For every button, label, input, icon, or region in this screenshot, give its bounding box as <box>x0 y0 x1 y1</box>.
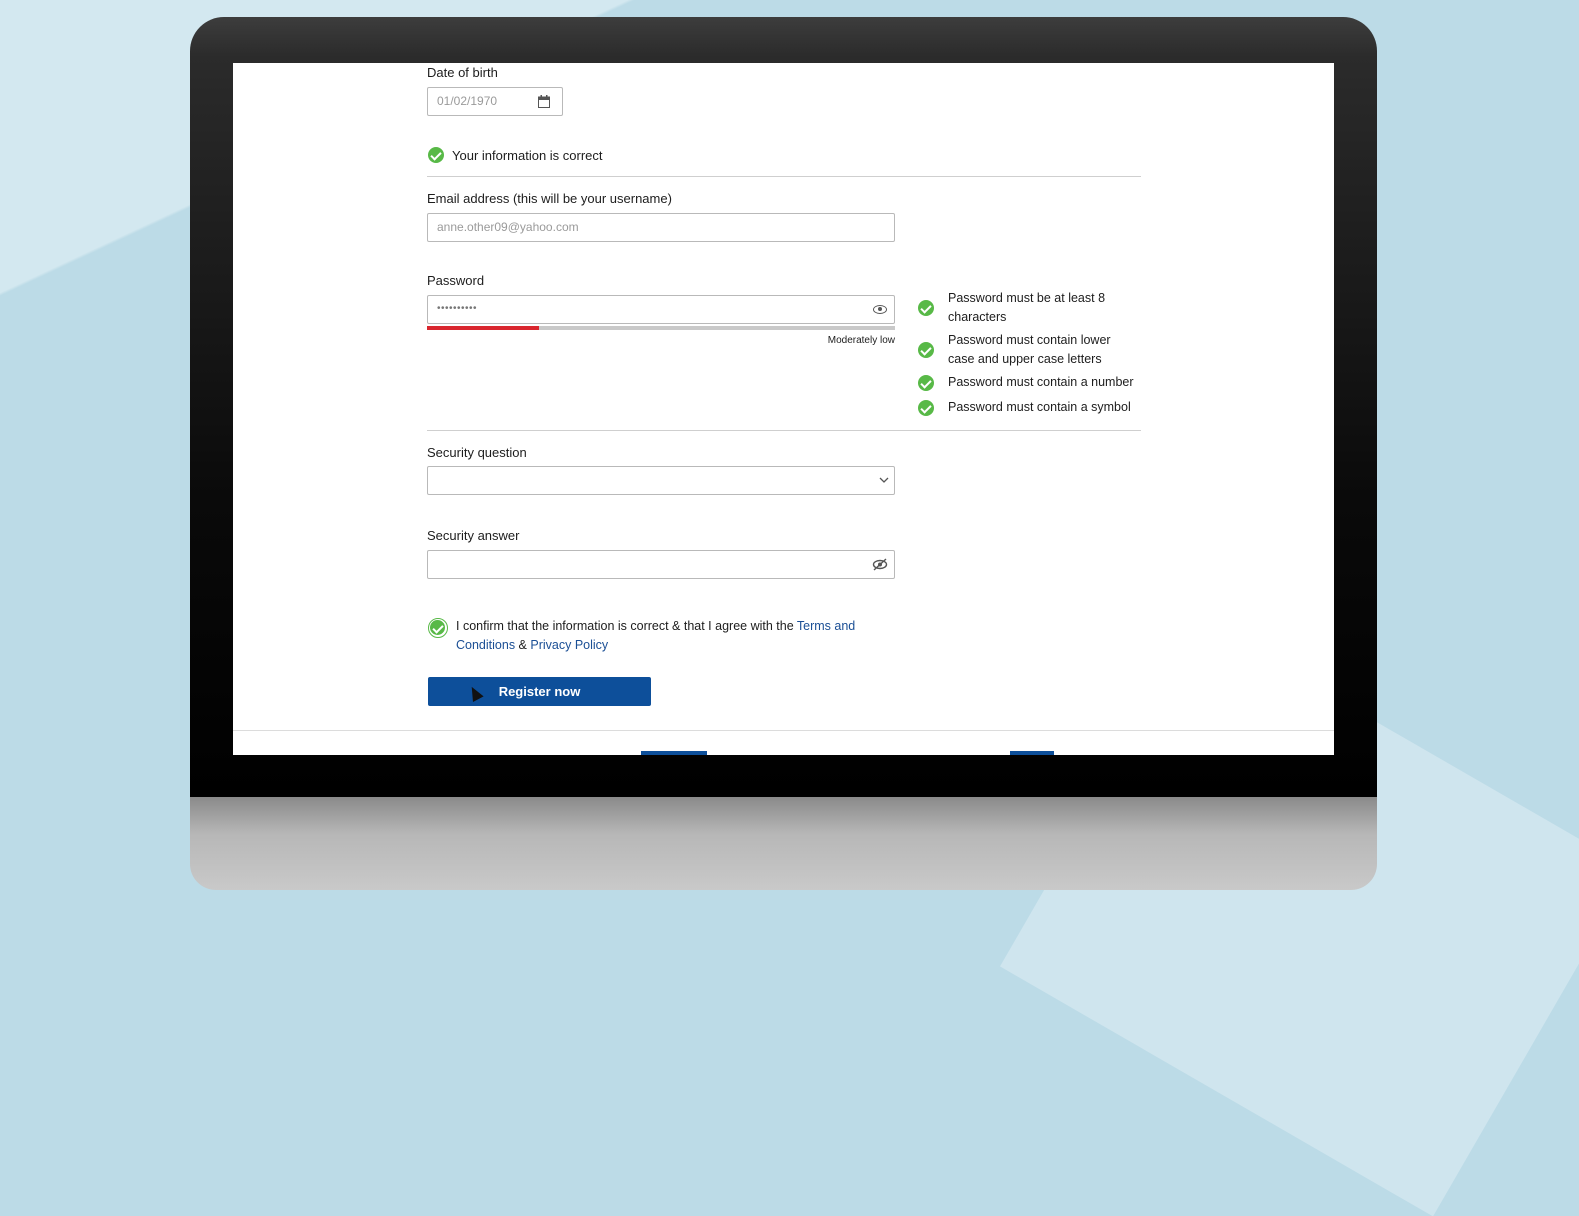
email-label: Email address (this will be your usernam… <box>427 191 672 206</box>
security-answer-input[interactable] <box>437 551 885 577</box>
email-input[interactable] <box>437 214 885 240</box>
security-answer-label: Security answer <box>427 528 520 543</box>
divider <box>427 430 1141 431</box>
eye-icon[interactable] <box>873 305 887 314</box>
consent-checkbox[interactable] <box>428 618 448 638</box>
eye-slash-icon[interactable] <box>872 558 888 571</box>
dob-field[interactable] <box>427 87 563 116</box>
security-answer-field[interactable] <box>427 550 895 579</box>
password-strength-label: Moderately low <box>827 335 895 346</box>
password-label: Password <box>427 273 485 288</box>
password-masked-value[interactable]: •••••••••• <box>437 303 477 314</box>
chevron-down-icon[interactable] <box>879 477 889 484</box>
calendar-icon[interactable] <box>538 95 550 108</box>
divider <box>427 176 1141 177</box>
password-strength-track <box>427 326 895 330</box>
password-rule-case: Password must contain lower case and upp… <box>948 333 1111 366</box>
email-field[interactable] <box>427 213 895 242</box>
password-rule-number: Password must contain a number <box>948 375 1134 389</box>
footer-element <box>641 751 707 755</box>
password-rule-symbol: Password must contain a symbol <box>948 400 1131 414</box>
check-circle-icon <box>918 300 934 316</box>
registration-page: Date of birth Your information is correc… <box>233 63 1334 755</box>
consent-text-before: I confirm that the information is correc… <box>456 619 797 633</box>
check-circle-icon <box>918 375 934 391</box>
footer-element <box>1010 751 1054 755</box>
laptop-base <box>190 797 1377 890</box>
check-circle-icon <box>918 400 934 416</box>
check-circle-icon <box>428 147 444 163</box>
password-strength-fill <box>427 326 540 330</box>
consent-ampersand: & <box>515 638 531 652</box>
info-status-text: Your information is correct <box>452 148 603 163</box>
password-rule-length: Password must be at least 8 characters <box>948 291 1106 324</box>
check-circle-icon <box>918 342 934 358</box>
register-button[interactable]: Register now <box>428 677 651 706</box>
check-circle-icon <box>430 620 445 635</box>
footer-divider <box>233 730 1334 731</box>
password-field[interactable]: •••••••••• <box>427 295 895 324</box>
dob-input[interactable] <box>437 88 553 114</box>
security-question-label: Security question <box>427 445 527 460</box>
privacy-link[interactable]: Privacy Policy <box>530 638 608 652</box>
dob-label: Date of birth <box>427 65 498 80</box>
consent-text: I confirm that the information is correc… <box>456 617 886 655</box>
security-question-select[interactable] <box>427 466 895 495</box>
